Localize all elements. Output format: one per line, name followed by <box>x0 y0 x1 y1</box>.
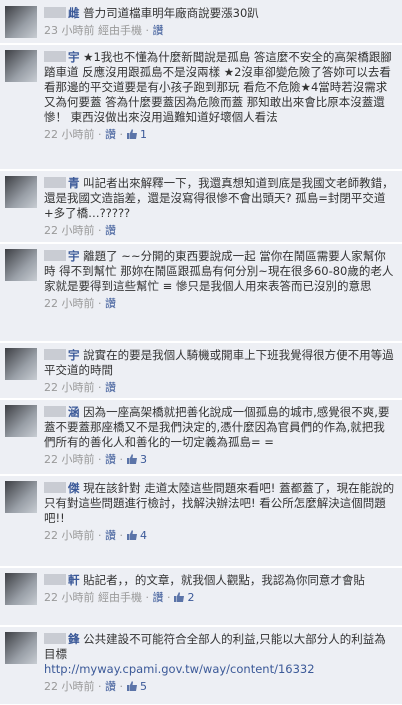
like-link[interactable]: 讚 <box>105 680 116 693</box>
avatar[interactable] <box>5 481 37 513</box>
like-link[interactable]: 讚 <box>153 591 164 604</box>
comment-text: 宇 說實在的要是我個人騎機或開車上下班我覺得很方便不用等過平交道的時間 <box>44 348 394 377</box>
comment-author[interactable]: 宇 <box>44 249 80 263</box>
comment-meta: 22 小時前 · 讚 <box>44 297 116 310</box>
comment-meta: 22 小時前 · 讚 · 1 <box>44 128 147 141</box>
comment-text: 涵 因為一座高架橋就把善化說成一個孤島的城市,感覺很不爽,要蓋不要蓋那座橋又不是… <box>44 405 390 449</box>
thumbs-up-icon <box>126 530 137 540</box>
avatar[interactable] <box>5 348 37 380</box>
like-link[interactable]: 讚 <box>105 297 116 310</box>
comment-item: 鋒 公共建設不可能符合全部人的利益,只能以大部分人的利益為目標 http://m… <box>0 627 402 705</box>
comment-text: 宇 離題了 ~~分開的東西要說成一起 當你在鬧區需要人家幫你時 得不到幫忙 那妳… <box>44 249 394 293</box>
device-label: 經由手機 <box>98 24 142 37</box>
comment-item: 涵 因為一座高架橋就把善化說成一個孤島的城市,感覺很不爽,要蓋不要蓋那座橋又不是… <box>0 400 402 475</box>
comment-meta: 22 小時前 · 讚 · 3 <box>44 453 147 466</box>
comment-timestamp[interactable]: 22 小時前 <box>44 128 95 141</box>
like-link[interactable]: 讚 <box>153 24 164 37</box>
like-count[interactable]: 4 <box>126 529 147 542</box>
comment-text: 雌 普力司道檔車明年廠商說要漲30趴 <box>44 6 396 21</box>
comment-item: 軒 貼記者，，的文章，就我個人觀點，我認為你同意才會貼 22 小時前 經由手機 … <box>0 568 402 626</box>
comment-author[interactable]: 青 <box>44 176 80 190</box>
comment-text: 鋒 公共建設不可能符合全部人的利益,只能以大部分人的利益為目標 http://m… <box>44 632 386 676</box>
avatar[interactable] <box>5 632 37 664</box>
device-label: 經由手機 <box>98 591 142 604</box>
comment-timestamp[interactable]: 22 小時前 <box>44 224 95 237</box>
like-link[interactable]: 讚 <box>105 224 116 237</box>
comment-item: 宇 ★1我也不懂為什麼新聞說是孤島 答這麼不安全的高架橋跟腳踏車道 反應沒用跟孤… <box>0 45 402 170</box>
like-link[interactable]: 讚 <box>105 529 116 542</box>
avatar[interactable] <box>5 50 37 82</box>
avatar[interactable] <box>5 6 37 38</box>
external-link[interactable]: http://myway.cpami.gov.tw/way/content/16… <box>44 662 315 676</box>
like-link[interactable]: 讚 <box>105 128 116 141</box>
comment-author[interactable]: 鋒 <box>44 632 80 646</box>
comment-timestamp[interactable]: 22 小時前 <box>44 297 95 310</box>
avatar[interactable] <box>5 249 37 281</box>
comment-author[interactable]: 雌 <box>44 6 80 20</box>
comment-meta: 22 小時前 · 讚 <box>44 381 116 394</box>
comment-timestamp[interactable]: 22 小時前 <box>44 453 95 466</box>
avatar[interactable] <box>5 176 37 208</box>
avatar[interactable] <box>5 405 37 437</box>
comment-item: 宇 說實在的要是我個人騎機或開車上下班我覺得很方便不用等過平交道的時間 22 小… <box>0 343 402 399</box>
comment-timestamp[interactable]: 23 小時前 <box>44 24 95 37</box>
comment-author[interactable]: 涵 <box>44 405 80 419</box>
thumbs-up-icon <box>126 129 137 139</box>
comment-timestamp[interactable]: 22 小時前 <box>44 381 95 394</box>
comment-meta: 22 小時前 · 讚 · 4 <box>44 529 147 542</box>
comment-meta: 22 小時前 · 讚 · 5 <box>44 680 147 693</box>
like-link[interactable]: 讚 <box>105 453 116 466</box>
comment-meta: 22 小時前 經由手機 · 讚 · 2 <box>44 591 195 604</box>
comment-item: 雌 普力司道檔車明年廠商說要漲30趴 23 小時前 經由手機 · 讚 <box>0 0 402 44</box>
comment-timestamp[interactable]: 22 小時前 <box>44 591 95 604</box>
thumbs-up-icon <box>174 592 184 602</box>
comment-text: 軒 貼記者，，的文章，就我個人觀點，我認為你同意才會貼 <box>44 573 396 588</box>
like-count[interactable]: 5 <box>126 680 147 693</box>
like-link[interactable]: 讚 <box>105 381 116 394</box>
comment-item: 宇 離題了 ~~分開的東西要說成一起 當你在鬧區需要人家幫你時 得不到幫忙 那妳… <box>0 244 402 342</box>
comment-meta: 22 小時前 · 讚 <box>44 224 116 237</box>
comment-text: 青 叫記者出來解釋一下，我還真想知道到底是我國文老師教錯，還是我國文造詣差，還是… <box>44 176 394 220</box>
comment-item: 青 叫記者出來解釋一下，我還真想知道到底是我國文老師教錯，還是我國文造詣差，還是… <box>0 171 402 243</box>
comment-author[interactable]: 宇 <box>44 50 80 64</box>
thumbs-up-icon <box>126 454 137 464</box>
like-count[interactable]: 2 <box>174 591 195 604</box>
comment-text: 傑 現在該針對 走道太陸這些問題來看吧! 蓋都蓋了，現在能說的只有對這些問題進行… <box>44 481 395 525</box>
like-count[interactable]: 3 <box>126 453 147 466</box>
avatar[interactable] <box>5 573 37 605</box>
thumbs-up-icon <box>126 681 137 691</box>
comment-timestamp[interactable]: 22 小時前 <box>44 529 95 542</box>
comment-author[interactable]: 宇 <box>44 348 80 362</box>
comment-timestamp[interactable]: 22 小時前 <box>44 680 95 693</box>
comment-author[interactable]: 傑 <box>44 481 80 495</box>
like-count[interactable]: 1 <box>126 128 147 141</box>
comment-meta: 23 小時前 經由手機 · 讚 <box>44 24 164 37</box>
comment-text: 宇 ★1我也不懂為什麼新聞說是孤島 答這麼不安全的高架橋跟腳踏車道 反應沒用跟孤… <box>44 50 392 124</box>
comment-item: 傑 現在該針對 走道太陸這些問題來看吧! 蓋都蓋了，現在能說的只有對這些問題進行… <box>0 476 402 567</box>
comment-author[interactable]: 軒 <box>44 573 80 587</box>
